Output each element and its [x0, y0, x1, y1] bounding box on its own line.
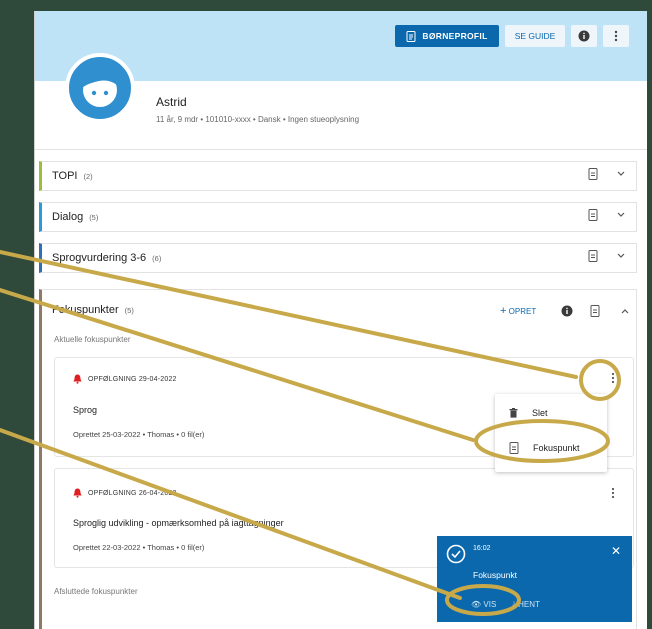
- chevron-down-icon[interactable]: [616, 211, 626, 219]
- menu-item-label: Fokuspunkt: [533, 443, 580, 453]
- app-screen: BØRNEPROFIL SE GUIDE Astrid 11 år, 9 mdr…: [34, 11, 647, 629]
- download-button[interactable]: ⤓ HENT: [512, 600, 540, 610]
- section-count: (2): [83, 171, 93, 181]
- menu-item-fokuspunkt[interactable]: Fokuspunkt: [509, 442, 580, 454]
- view-label: VIS: [483, 600, 497, 609]
- follow-up-date: OPFØLGNING 26-04-2022: [88, 489, 177, 497]
- card-options-menu: Slet Fokuspunkt: [495, 394, 607, 472]
- section-count: (5): [124, 306, 134, 315]
- child-profile-button[interactable]: BØRNEPROFIL: [395, 25, 499, 47]
- closed-fokus-label: Afsluttede fokuspunkter: [54, 587, 138, 596]
- document-icon[interactable]: [590, 305, 600, 317]
- section-sprogvurdering[interactable]: Sprogvurdering 3-6 (6): [39, 243, 637, 273]
- section-topi[interactable]: TOPI (2): [39, 161, 637, 191]
- child-details: 11 år, 9 mdr • 101010-xxxx • Dansk • Ing…: [156, 115, 360, 124]
- section-title: Fokuspunkter: [52, 304, 119, 316]
- view-button[interactable]: 👁 VIS: [471, 600, 496, 610]
- card-meta: Oprettet 25-03-2022 • Thomas • 0 fil(er): [73, 430, 205, 439]
- see-guide-button[interactable]: SE GUIDE: [505, 25, 565, 47]
- card-title: Sproglig udvikling - opmærksomhed på iag…: [73, 518, 284, 528]
- kebab-menu-icon: [611, 487, 615, 499]
- check-circle-icon: [446, 544, 466, 564]
- info-button[interactable]: [571, 25, 597, 47]
- card-title: Sprog: [73, 405, 98, 415]
- document-icon[interactable]: [588, 209, 598, 221]
- chevron-up-icon[interactable]: [620, 307, 630, 315]
- child-profile-label: BØRNEPROFIL: [422, 31, 488, 41]
- kebab-menu-icon: [611, 372, 615, 384]
- toast-title: Fokuspunkt: [473, 570, 517, 580]
- document-icon[interactable]: [588, 250, 598, 262]
- close-icon[interactable]: ✕: [611, 544, 621, 558]
- toast-time: 16:02: [473, 545, 491, 552]
- child-name: Astrid: [156, 95, 187, 109]
- download-label: HENT: [518, 600, 540, 609]
- document-icon: [406, 30, 416, 42]
- section-count: (5): [89, 212, 99, 222]
- menu-item-delete[interactable]: Slet: [509, 408, 548, 418]
- download-icon: ⤓: [512, 600, 516, 609]
- follow-up: OPFØLGNING 29-04-2022: [73, 374, 177, 384]
- eye-icon: 👁: [471, 600, 482, 609]
- card-options-button[interactable]: [611, 487, 615, 502]
- section-header[interactable]: Fokuspunkter (5): [52, 304, 134, 316]
- section-title: Sprogvurdering 3-6: [52, 252, 147, 264]
- card-options-button[interactable]: [611, 372, 615, 387]
- info-icon: [578, 30, 590, 42]
- create-button[interactable]: + OPRET: [500, 305, 536, 317]
- kebab-menu-icon: [614, 30, 618, 42]
- avatar: [65, 53, 135, 123]
- section-count: (6): [152, 253, 162, 263]
- more-options-button[interactable]: [603, 25, 629, 47]
- chevron-down-icon[interactable]: [616, 252, 626, 260]
- bell-icon: [73, 374, 82, 384]
- trash-icon: [509, 408, 518, 418]
- section-title: TOPI: [52, 170, 78, 182]
- info-icon[interactable]: [561, 305, 573, 317]
- plus-icon: +: [500, 305, 507, 317]
- download-toast: 16:02 Fokuspunkt 👁 VIS ⤓ HENT ✕: [437, 536, 632, 622]
- section-title: Dialog: [52, 211, 84, 223]
- chevron-down-icon[interactable]: [616, 170, 626, 178]
- child-face-icon: [83, 70, 117, 107]
- follow-up: OPFØLGNING 26-04-2022: [73, 488, 177, 498]
- card-meta: Oprettet 22-03-2022 • Thomas • 0 fil(er): [73, 543, 205, 552]
- menu-item-label: Slet: [532, 408, 548, 418]
- section-dialog[interactable]: Dialog (5): [39, 202, 637, 232]
- follow-up-date: OPFØLGNING 29-04-2022: [88, 375, 177, 383]
- document-icon: [509, 442, 519, 454]
- current-fokus-label: Aktuelle fokuspunkter: [54, 335, 131, 344]
- create-label: OPRET: [508, 307, 537, 316]
- bell-icon: [73, 488, 82, 498]
- document-icon[interactable]: [588, 168, 598, 180]
